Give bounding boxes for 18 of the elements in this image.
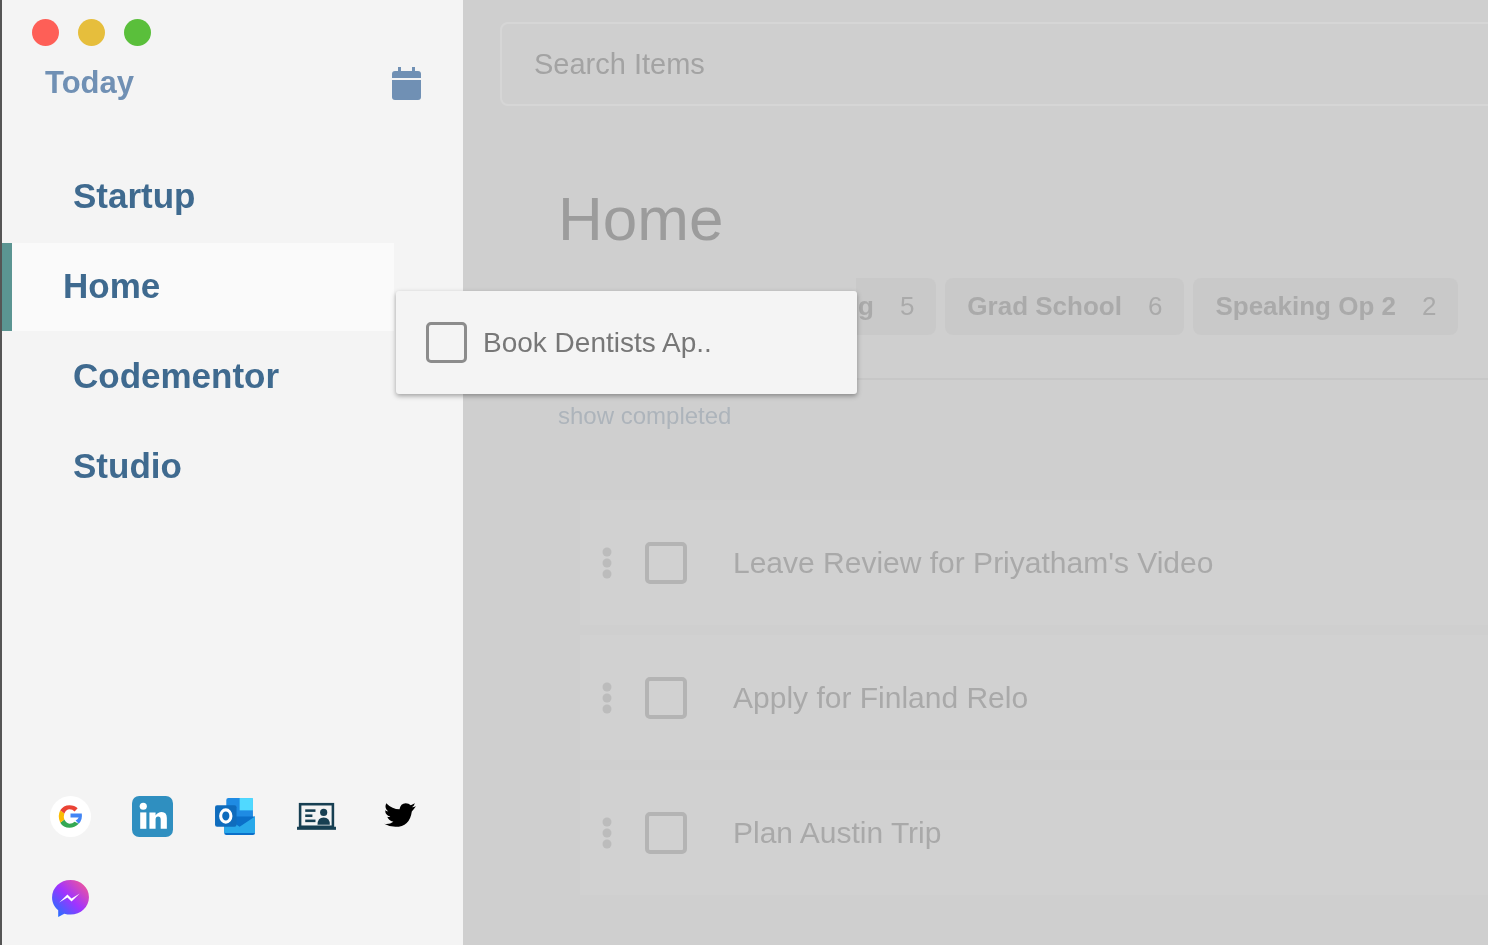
task-title: Book Dentists Ap.. — [483, 325, 712, 360]
project-item[interactable]: Codementor — [2, 332, 394, 421]
checkbox[interactable] — [426, 322, 467, 363]
calendar-icon[interactable] — [392, 66, 421, 100]
mail-app-icon[interactable] — [214, 796, 255, 837]
messenger-icon[interactable] — [50, 878, 91, 919]
checkbox[interactable] — [645, 676, 687, 719]
checkbox[interactable] — [645, 811, 687, 854]
checkbox[interactable] — [645, 541, 687, 584]
minimize-button[interactable] — [78, 19, 105, 46]
linkedin-icon[interactable] — [132, 796, 173, 837]
close-button[interactable] — [32, 19, 59, 46]
project-item[interactable]: Startup — [2, 152, 394, 241]
google-icon[interactable] — [50, 796, 91, 837]
today-link[interactable]: Today — [45, 60, 134, 107]
maximize-button[interactable] — [124, 19, 151, 46]
project-item[interactable]: Studio — [2, 422, 394, 511]
project-item[interactable]: Home — [2, 242, 394, 331]
